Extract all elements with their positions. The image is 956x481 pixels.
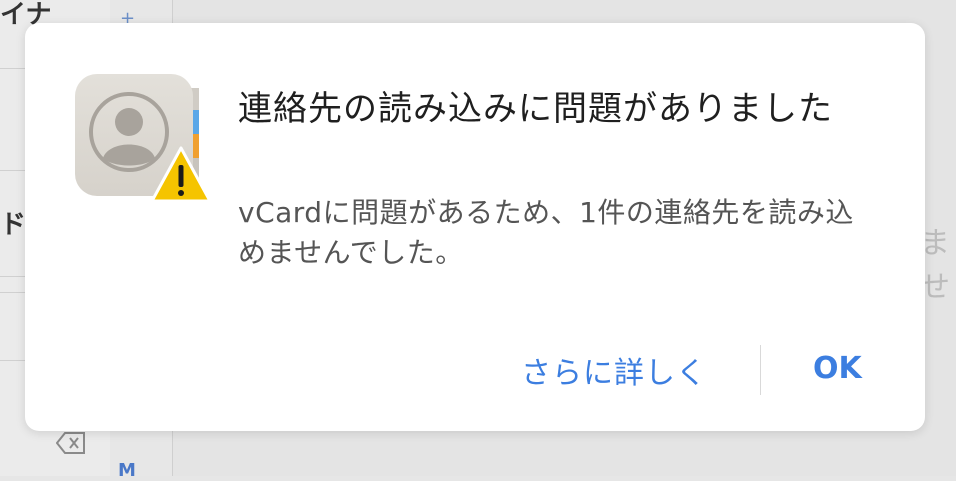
- dialog-message: vCardに問題があるため、1件の連絡先を読み込めませんでした。: [238, 196, 854, 269]
- alert-dialog: 連絡先の読み込みに問題がありました vCardに問題があるため、1件の連絡先を読…: [25, 23, 925, 431]
- more-info-button[interactable]: さらに詳しく: [521, 348, 707, 392]
- background-label-mid: ド: [0, 210, 27, 240]
- dialog-title: 連絡先の読み込みに問題がありました: [238, 89, 833, 129]
- button-divider: [760, 345, 761, 395]
- contacts-warning-icon: [75, 74, 212, 203]
- background-partial-text: ませ: [920, 226, 950, 305]
- index-letter: M: [118, 460, 136, 481]
- delete-key-icon: [56, 432, 85, 454]
- ok-button[interactable]: OK: [813, 351, 862, 386]
